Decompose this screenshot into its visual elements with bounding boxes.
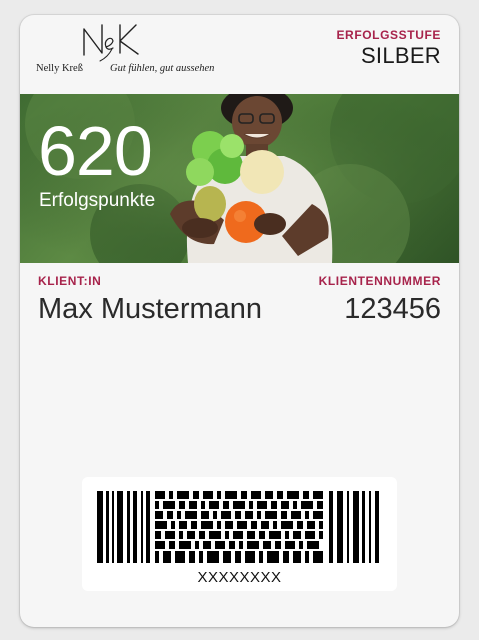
logo-slogan: Gut fühlen, gut aussehen <box>110 63 215 74</box>
monogram-logo-icon <box>83 24 139 62</box>
client-name: Max Mustermann <box>38 293 263 325</box>
pdf417-barcode-icon <box>97 491 379 563</box>
brand-logo: Nelly Kreß Gut fühlen, gut aussehen <box>32 19 242 85</box>
client-number-label: KLIENTENNUMMER <box>318 274 441 288</box>
pass-header: Nelly Kreß Gut fühlen, gut aussehen ERFO… <box>20 15 459 93</box>
client-label: KLIENT:IN <box>38 274 102 288</box>
barcode-text: XXXXXXXX <box>197 569 282 586</box>
strip-image: 620 Erfolgspunkte <box>20 94 459 263</box>
points-value: 620 <box>38 112 153 190</box>
client-number: 123456 <box>344 293 441 325</box>
tier-label: ERFOLGSSTUFE <box>336 28 441 42</box>
tier-value: SILBER <box>360 43 441 68</box>
logo-brand-name: Nelly Kreß <box>36 63 83 74</box>
points-label: Erfolgspunkte <box>39 190 156 211</box>
loyalty-pass-card[interactable]: Nelly Kreß Gut fühlen, gut aussehen ERFO… <box>20 15 459 627</box>
barcode[interactable]: XXXXXXXX <box>82 477 397 591</box>
